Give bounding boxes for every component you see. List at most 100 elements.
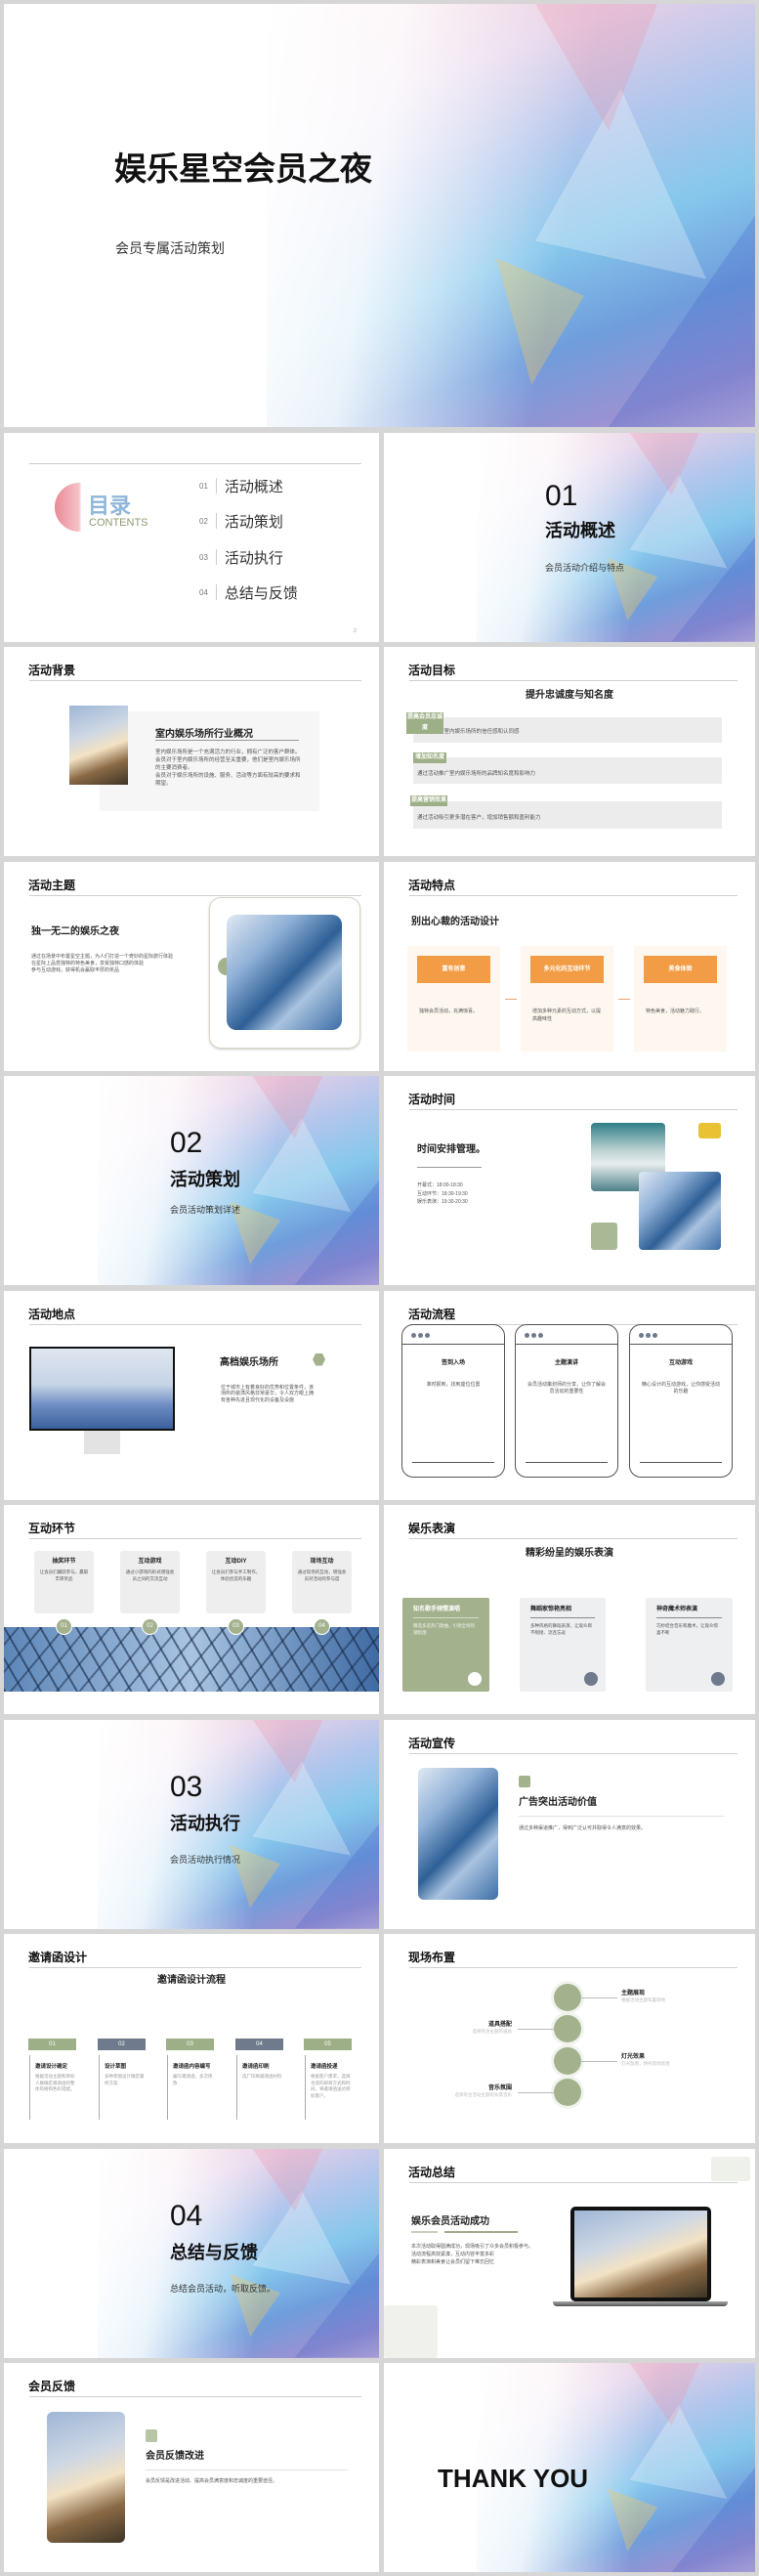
invite-subtitle: 邀请函设计流程	[157, 1975, 226, 1986]
slide-header: 活动时间	[408, 1093, 456, 1106]
promo-text: 通过多种渠道推广，得到广泛认可并取得令人满意的效果。	[519, 1825, 647, 1831]
toc-label: 活动执行	[224, 549, 283, 567]
image-icon	[554, 2047, 581, 2075]
section-slide-03: 03 活动执行 会员活动执行情况	[4, 1719, 379, 1929]
building-photo	[639, 1172, 721, 1250]
section-subtitle: 会员活动策划详述	[170, 1205, 241, 1215]
feedback-slide: 会员反馈 会员反馈改进 会员反馈是改进活动、提高会员满意度和忠诚度的重要途径。	[4, 2363, 379, 2572]
thank-you-slide: THANK YOU	[384, 2363, 755, 2572]
slide-header: 活动流程	[408, 1307, 456, 1321]
shows-subtitle: 精彩纷呈的娱乐表演	[526, 1548, 613, 1559]
card-title: 室内娱乐场所行业概况	[155, 729, 253, 740]
step-text: 选厂印刷邀请函材料	[242, 2074, 282, 2079]
feedback-text: 会员反馈是改进活动、提高会员满意度和忠诚度的重要途径。	[146, 2478, 278, 2484]
document-icon	[468, 1672, 482, 1686]
venue-title: 高档娱乐场所	[220, 1356, 278, 1368]
section-title: 活动策划	[170, 1170, 240, 1189]
toc-item[interactable]: 03 活动执行	[199, 547, 283, 568]
flow-card-text: 精心设计的互动游戏，让你感受活动的乐趣	[641, 1381, 720, 1395]
slide-header: 活动特点	[408, 878, 456, 892]
step-text: 编写邀请函，多次修改	[173, 2074, 213, 2085]
thank-you-text: THANK YOU	[438, 2464, 589, 2493]
step-number-badge: 03	[228, 1618, 244, 1635]
flask-icon	[554, 2079, 581, 2106]
slide-header: 活动宣传	[408, 1736, 456, 1750]
step-title: 邀请函内容编写	[173, 2064, 211, 2070]
interaction-card: 互动DIY 让会员们参与手工制作，体验创造的乐趣	[206, 1551, 266, 1613]
flow-card: 签到入场 准时报到，找到座位位置	[401, 1323, 505, 1478]
invite-step: 01 邀请设计确定 根据活动主题和目标人群确定邀请函的整体风格和色彩搭配。	[28, 2039, 76, 2120]
arrow-icon	[618, 998, 630, 1000]
features-slide: 活动特点 别出心裁的活动设计 富有创意 独特会员活动，充满惊喜。 多元化的互动环…	[384, 861, 755, 1071]
flow-card-text: 准时报到，找到座位位置	[426, 1381, 481, 1388]
slide-header: 活动目标	[408, 664, 456, 677]
image-icon	[711, 1672, 725, 1686]
toc-slide: 目录 CONTENTS 01 活动概述 02 活动策划 03 活动执行 04 总结与反馈…	[4, 432, 379, 642]
show-card: 舞蹈家惊艳亮相 多种风格的舞蹈表演，让观众目不暇接、流连忘返	[520, 1598, 606, 1692]
goal-item: 通过活动推广室内娱乐场所的品牌知名度和影响力	[413, 757, 722, 784]
step-badge: 01	[28, 2039, 76, 2050]
goal-badge: 提高营销效果	[410, 795, 447, 806]
section-subtitle: 总结会员活动，听取反馈。	[170, 2283, 276, 2294]
summary-text: 本次活动取得圆满成功，现场吸引了众多会员积极参与。 活动流程高效紧凑，互动内容丰富…	[411, 2243, 534, 2265]
toc-item[interactable]: 02 活动策划	[199, 511, 283, 532]
interaction-card: 现场互动 通过现场的互动，增强会员对活动的参与度	[292, 1551, 352, 1613]
section-number: 04	[170, 2199, 203, 2232]
shows-slide: 娱乐表演 精彩纷呈的娱乐表演 知名歌手倾情演唱 精选多首热门歌曲，引领全场热潮氛…	[384, 1505, 755, 1714]
theme-text: 通过在场景中布置星空主题，为人们打造一个奇妙的星际旅行体验 在星际上品尝独特的特色…	[31, 953, 174, 973]
toc-item[interactable]: 01 活动概述	[199, 476, 283, 496]
invite-step: 04 邀请函印刷 选厂印刷邀请函材料	[235, 2039, 283, 2120]
section-slide-02: 02 活动策划 会员活动策划详述	[4, 1076, 379, 1285]
goal-item: 增强会员对室内娱乐场所的信任感和认同感	[413, 717, 722, 743]
step-badge: 02	[98, 2039, 146, 2050]
slide-header: 会员反馈	[28, 2380, 76, 2393]
toc-label: 活动概述	[224, 478, 283, 495]
deco-square	[711, 2156, 750, 2181]
step-number-badge: 04	[314, 1618, 330, 1635]
flow-card-title: 主题演讲	[554, 1359, 578, 1366]
flow-card-title: 互动游戏	[668, 1359, 693, 1366]
step-title: 邀请函投递	[311, 2064, 338, 2070]
invite-step: 05 邀请函投递 根据客户需求，选择合适的邮寄方式和时间，将邀请函送达目标客户。	[304, 2039, 352, 2120]
feature-card: 富有创意 独特会员活动，充满惊喜。	[407, 945, 500, 1052]
cover-slide: 娱乐星空会员之夜 会员专属活动策划	[4, 4, 755, 427]
step-text: 根据活动主题和目标人群确定邀请函的整体风格和色彩搭配。	[35, 2074, 75, 2091]
window-dots-icon	[411, 1332, 430, 1338]
cover-title: 娱乐星空会员之夜	[114, 150, 372, 187]
step-title: 邀请设计确定	[35, 2064, 68, 2070]
slide-header: 现场布置	[408, 1951, 456, 1964]
toc-label: 总结与反馈	[224, 584, 298, 602]
goals-subtitle: 提升忠诚度与知名度	[526, 690, 613, 701]
section-subtitle: 会员活动介绍与特点	[545, 562, 625, 573]
section-number: 03	[170, 1770, 203, 1803]
card-text: 室内娱乐场所是一个充满活力的行业，拥有广泛的客户群体。 会员对于室内娱乐场所的经营…	[155, 750, 301, 787]
toc-subtitle: CONTENTS	[89, 516, 148, 529]
sitemap-icon	[554, 2015, 581, 2042]
slide-header: 活动背景	[28, 664, 76, 677]
arrow-icon	[505, 998, 517, 1000]
file-icon	[554, 1984, 581, 2011]
geometric-background	[477, 432, 755, 642]
slide-header: 娱乐表演	[408, 1522, 456, 1535]
yellow-square	[698, 1123, 721, 1138]
flow-card-title: 签到入场	[441, 1359, 465, 1366]
summary-slide: 活动总结 娱乐会员活动成功 本次活动取得圆满成功，现场吸引了众多会员积极参与。活…	[384, 2148, 755, 2358]
section-slide-01: 01 活动概述 会员活动介绍与特点	[384, 432, 755, 642]
building-photo	[69, 706, 128, 785]
toc-title: 目录	[88, 493, 132, 518]
venue-layout-slide: 现场布置 主题展现 根据活动主题布置场地 道具搭配 选择符合主题的道具 灯光效果 灯光氛围…	[384, 1934, 755, 2143]
toc-num: 03	[199, 552, 208, 562]
step-number-badge: 02	[142, 1618, 158, 1635]
toc-num: 04	[199, 587, 208, 597]
monitor-stand	[84, 1430, 120, 1454]
page-number: 2	[354, 627, 357, 634]
calendar-icon	[519, 1775, 530, 1787]
slide-header: 邀请函设计	[28, 1951, 88, 1964]
step-badge: 04	[235, 2039, 283, 2050]
green-square	[591, 1223, 617, 1250]
cover-subtitle: 会员专属活动策划	[115, 240, 225, 256]
show-card: 神奇魔术师表演 巧妙结合音乐和魔术，让观众惊喜不断	[646, 1598, 733, 1692]
interaction-card: 抽奖环节 让会员们踊跃参与，赢取丰厚奖品	[34, 1551, 94, 1613]
toc-item[interactable]: 04 总结与反馈	[199, 582, 298, 603]
step-text: 根据客户需求，选择合适的邮寄方式和时间，将邀请函送达目标客户。	[311, 2074, 351, 2098]
